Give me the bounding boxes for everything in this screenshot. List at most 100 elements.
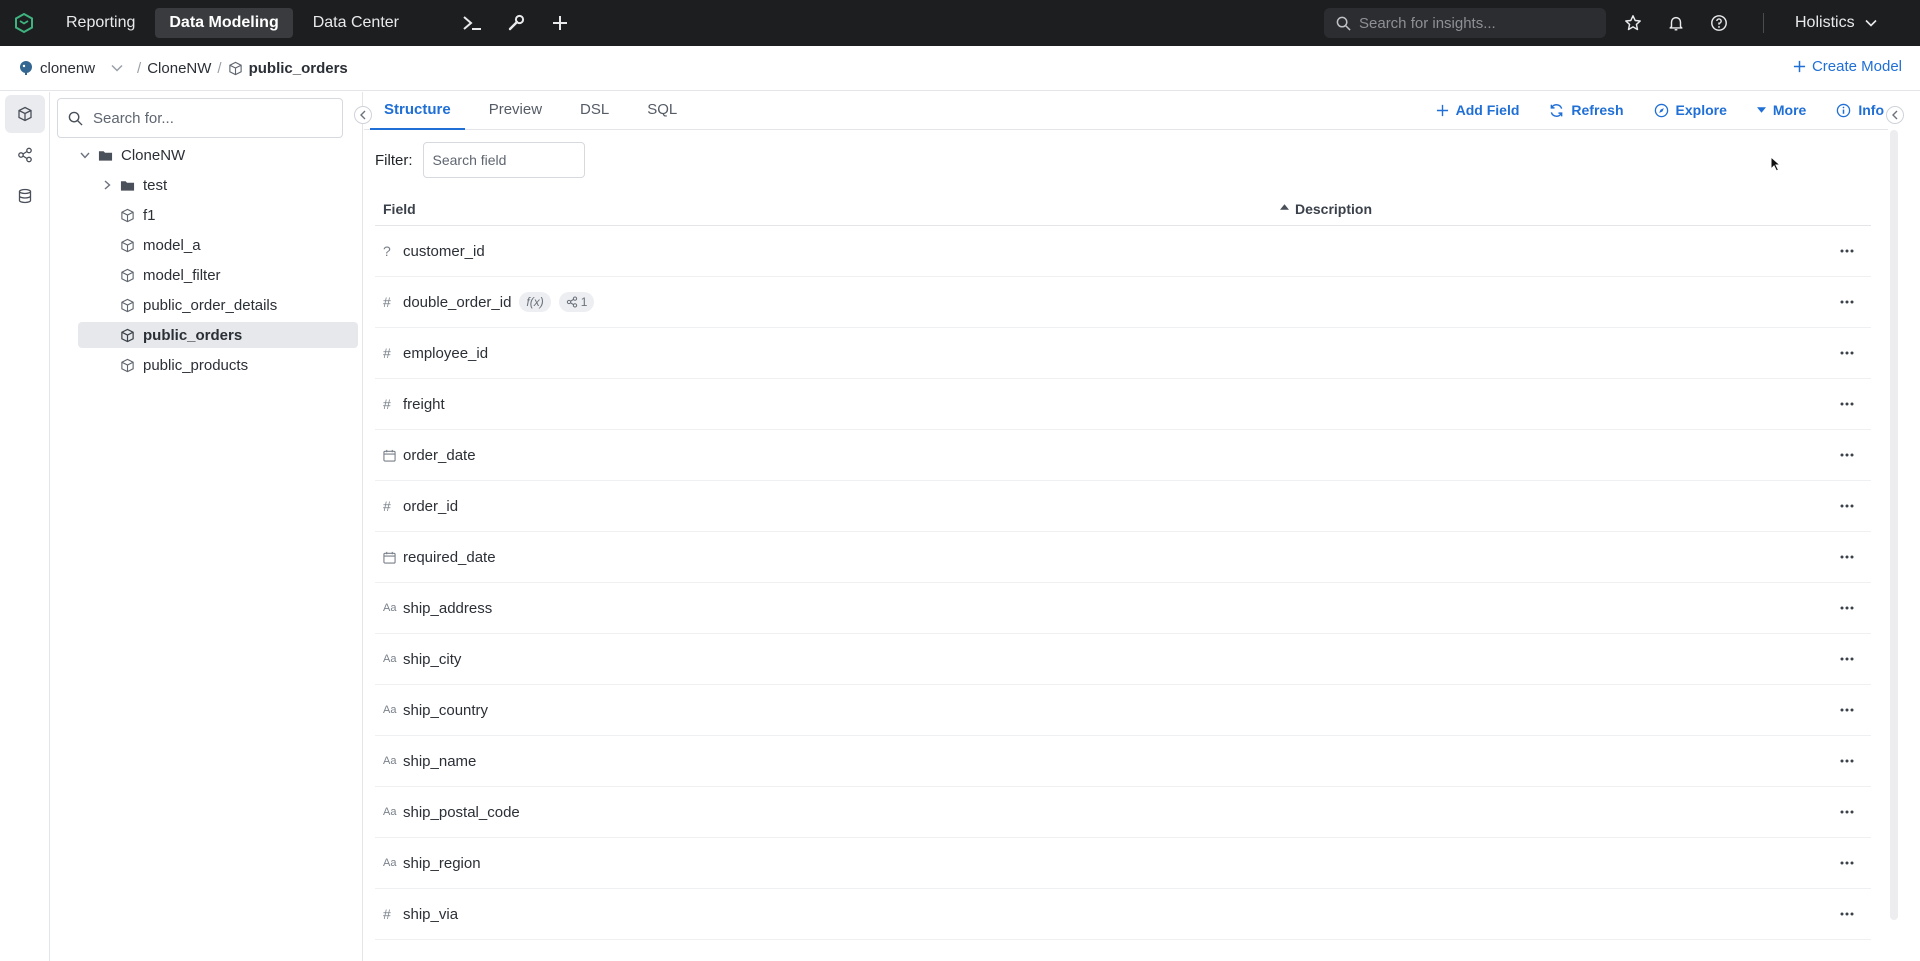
relationship-count-badge[interactable]: 1 (558, 292, 595, 312)
tree-item-model-a[interactable]: model_a (78, 232, 358, 258)
sort-asc-icon[interactable] (1280, 203, 1289, 210)
add-field-button[interactable]: Add Field (1436, 102, 1519, 118)
table-row[interactable]: Aa ship_region (375, 838, 1871, 889)
more-options-icon[interactable] (1837, 651, 1857, 667)
text-type-icon: Aa (383, 857, 397, 869)
description-column-header: Description (1295, 201, 1372, 217)
chevron-down-icon[interactable] (111, 64, 123, 72)
tree-item-public-products[interactable]: public_products (78, 352, 358, 378)
star-icon[interactable] (1620, 10, 1646, 36)
refresh-label: Refresh (1571, 102, 1624, 118)
more-options-icon[interactable] (1837, 396, 1857, 412)
table-row[interactable]: # ship_via (375, 889, 1871, 940)
text-type-icon: Aa (383, 704, 397, 716)
wrench-icon[interactable] (503, 10, 529, 36)
table-row[interactable]: # freight (375, 379, 1871, 430)
models-rail-button[interactable] (5, 95, 45, 133)
project-name: CloneNW (147, 59, 212, 77)
table-row[interactable]: Aa ship_country (375, 685, 1871, 736)
cube-icon (228, 61, 242, 75)
global-search[interactable] (1324, 8, 1606, 38)
tab-structure[interactable]: Structure (370, 92, 465, 130)
info-button[interactable]: Info (1836, 102, 1884, 118)
more-options-icon[interactable] (1837, 243, 1857, 259)
table-row[interactable]: order_date (375, 430, 1871, 481)
more-options-icon[interactable] (1837, 753, 1857, 769)
table-row[interactable]: Aa ship_name (375, 736, 1871, 787)
breadcrumb-project[interactable]: CloneNW (147, 60, 211, 77)
nav-data-center[interactable]: Data Center (299, 8, 413, 38)
explore-button[interactable]: Explore (1654, 102, 1727, 118)
help-icon[interactable] (1706, 10, 1732, 36)
more-button[interactable]: More (1756, 102, 1806, 118)
table-row[interactable]: # employee_id (375, 328, 1871, 379)
tree-item-public-orders[interactable]: public_orders (78, 322, 358, 348)
search-icon (68, 111, 83, 126)
cube-icon (18, 106, 32, 122)
more-options-icon[interactable] (1837, 447, 1857, 463)
table-row[interactable]: Aa ship_address (375, 583, 1871, 634)
global-search-input[interactable] (1359, 14, 1589, 32)
plus-icon[interactable] (547, 10, 573, 36)
model-tree-panel: CloneNW test f1 model_a model_filter pub… (51, 92, 372, 961)
tree-search[interactable] (57, 98, 343, 138)
more-options-icon[interactable] (1837, 906, 1857, 922)
plus-icon (1436, 104, 1448, 116)
more-options-icon[interactable] (1837, 549, 1857, 565)
refresh-button[interactable]: Refresh (1549, 102, 1624, 118)
field-name: ship_address (403, 599, 493, 617)
tree-item-test[interactable]: test (78, 172, 358, 198)
collapse-info-button[interactable] (1886, 106, 1904, 124)
table-row[interactable]: # order_id (375, 481, 1871, 532)
more-options-icon[interactable] (1837, 600, 1857, 616)
tree-root-folder[interactable]: CloneNW (78, 142, 358, 168)
terminal-icon[interactable] (459, 10, 485, 36)
folder-icon (98, 150, 113, 161)
holistics-logo-icon[interactable] (0, 0, 48, 46)
tree-item-f1[interactable]: f1 (78, 202, 358, 228)
bell-icon[interactable] (1663, 10, 1689, 36)
number-type-icon: # (383, 498, 391, 514)
description-header-label: Description (1295, 200, 1373, 217)
more-options-icon[interactable] (1837, 498, 1857, 514)
table-row[interactable]: Aa ship_city (375, 634, 1871, 685)
field-column-header[interactable]: Field (375, 201, 1295, 217)
field-filter: Filter: (375, 142, 585, 178)
more-options-icon[interactable] (1837, 855, 1857, 871)
field-name: order_id (403, 497, 459, 515)
cube-icon (121, 268, 134, 282)
tab-dsl[interactable]: DSL (566, 92, 623, 130)
datasets-rail-button[interactable] (5, 177, 45, 215)
field-name: ship_region (403, 854, 481, 872)
badge-count: 1 (580, 295, 588, 309)
field-name: ship_via (403, 905, 459, 923)
field-name: ship_postal_code (403, 803, 520, 821)
chevron-down-icon (80, 152, 90, 159)
table-row[interactable]: # double_order_id f(x) 1 (375, 277, 1871, 328)
more-options-icon[interactable] (1837, 345, 1857, 361)
more-options-icon[interactable] (1837, 294, 1857, 310)
workspace-menu[interactable]: Holistics (1795, 14, 1877, 32)
table-row[interactable]: ? customer_id (375, 226, 1871, 277)
nav-data-modeling[interactable]: Data Modeling (155, 8, 293, 38)
field-name: freight (403, 395, 445, 413)
tree-search-input[interactable] (93, 109, 323, 127)
tab-sql[interactable]: SQL (633, 92, 691, 130)
more-options-icon[interactable] (1837, 804, 1857, 820)
field-search-input[interactable] (422, 142, 585, 178)
tree-item-model-filter[interactable]: model_filter (78, 262, 358, 288)
divider (1763, 13, 1764, 33)
table-row[interactable]: required_date (375, 532, 1871, 583)
nav-reporting[interactable]: Reporting (52, 8, 149, 38)
create-model-label: Create Model (1811, 58, 1902, 75)
relationships-rail-button[interactable] (5, 136, 45, 174)
breadcrumb: clonenw / CloneNW / public_orders Create… (0, 46, 1920, 91)
table-row[interactable]: Aa ship_postal_code (375, 787, 1871, 838)
tab-preview[interactable]: Preview (475, 92, 556, 130)
create-model-button[interactable]: Create Model (1793, 58, 1902, 75)
vertical-scrollbar[interactable] (1890, 130, 1898, 920)
tree-item-public-order-details[interactable]: public_order_details (78, 292, 358, 318)
compass-icon (1654, 103, 1668, 117)
breadcrumb-datasource[interactable]: clonenw (18, 60, 123, 77)
more-options-icon[interactable] (1837, 702, 1857, 718)
